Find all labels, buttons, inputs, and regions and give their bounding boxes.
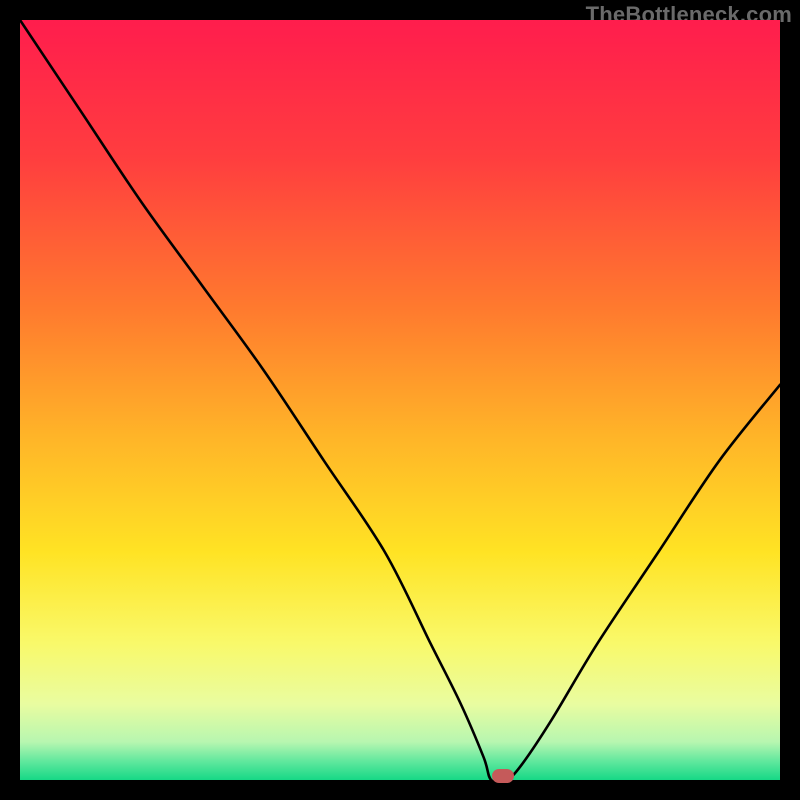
minimum-marker — [492, 769, 514, 783]
chart-svg — [20, 20, 780, 780]
gradient-background — [20, 20, 780, 780]
plot-area — [20, 20, 780, 780]
chart-frame: TheBottleneck.com — [0, 0, 800, 800]
